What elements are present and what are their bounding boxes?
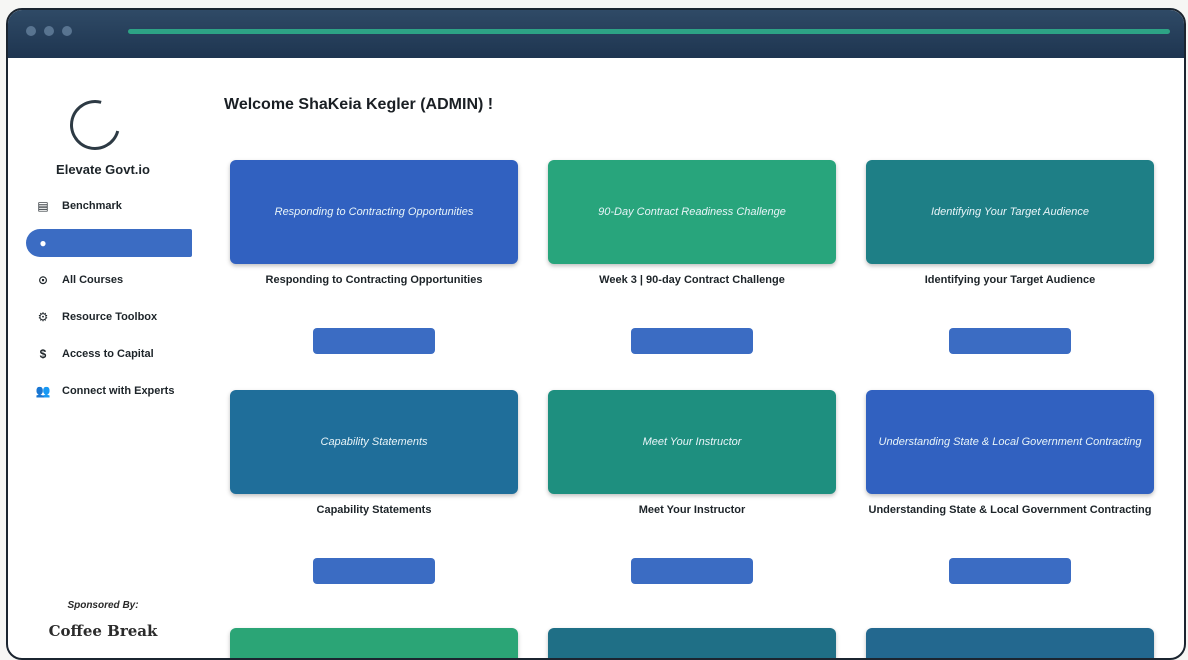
course-thumbnail[interactable]: [866, 628, 1154, 658]
course-card[interactable]: Identifying Your Target Audience Identify…: [866, 160, 1154, 354]
sidebar: Elevate Govt.io ▤ Benchmark ● ⊙ All Courses ⚙…: [8, 58, 198, 658]
course-description: [548, 536, 836, 550]
info-icon: ●: [39, 236, 47, 250]
sponsored-label: Sponsored By:: [67, 600, 139, 611]
course-card[interactable]: [866, 628, 1154, 658]
course-description: [230, 536, 518, 550]
course-card[interactable]: Understanding State & Local Government C…: [866, 390, 1154, 584]
course-description: [866, 306, 1154, 320]
sidebar-item-0[interactable]: ▤ Benchmark: [34, 192, 204, 220]
page-title: Welcome ShaKeia Kegler (ADMIN) !: [224, 96, 494, 113]
play-circle-icon: ⊙: [37, 273, 49, 287]
course-title: Responding to Contracting Opportunities: [265, 274, 483, 286]
course-title: Capability Statements: [316, 504, 432, 516]
course-description: [230, 306, 518, 320]
dollar-icon: $: [39, 347, 47, 361]
course-card[interactable]: [230, 628, 518, 658]
course-card[interactable]: Capability Statements Capability Statemen…: [230, 390, 518, 584]
sponsor-logo[interactable]: Coffee Break: [8, 622, 198, 640]
window-controls: [26, 26, 72, 36]
sidebar-item-label: Access to Capital: [62, 348, 154, 360]
sidebar-item-label: Resource Toolbox: [62, 311, 158, 323]
sidebar-item-label: All Courses: [62, 274, 124, 286]
course-title: Week 3 | 90-day Contract Challenge: [599, 274, 785, 286]
brand-name: Elevate Govt.io: [56, 162, 150, 177]
sidebar-nav: ▤ Benchmark ● ⊙ All Courses ⚙ Resource Toolbox…: [26, 192, 204, 414]
course-thumbnail[interactable]: Responding to Contracting Opportunities: [230, 160, 518, 264]
app-window: Elevate Govt.io ▤ Benchmark ● ⊙ All Courses ⚙…: [6, 8, 1186, 660]
course-description: [548, 306, 836, 320]
course-card[interactable]: Meet Your Instructor Meet Your Instructor: [548, 390, 836, 584]
course-title: Understanding State & Local Government C…: [868, 504, 1152, 516]
clipboard-icon: ▤: [37, 199, 49, 213]
sidebar-item-2[interactable]: ⊙ All Courses: [34, 266, 204, 294]
sidebar-item-5[interactable]: 👥 Connect with Experts: [34, 377, 204, 405]
sidebar-item-4[interactable]: $ Access to Capital: [34, 340, 204, 368]
users-icon: 👥: [35, 384, 51, 398]
course-title: Identifying your Target Audience: [924, 274, 1096, 286]
course-open-button[interactable]: [313, 328, 435, 354]
course-thumbnail[interactable]: Meet Your Instructor: [548, 390, 836, 494]
course-description: [866, 536, 1154, 550]
title-bar: [8, 10, 1184, 58]
course-thumbnail[interactable]: 90-Day Contract Readiness Challenge: [548, 160, 836, 264]
course-open-button[interactable]: [949, 558, 1071, 584]
course-title: Meet Your Instructor: [638, 504, 746, 516]
course-thumbnail[interactable]: Identifying Your Target Audience: [866, 160, 1154, 264]
close-dot-icon[interactable]: [26, 26, 36, 36]
maximize-dot-icon[interactable]: [62, 26, 72, 36]
brand-logo-icon: [60, 90, 130, 160]
gear-icon: ⚙: [37, 310, 49, 324]
course-open-button[interactable]: [313, 558, 435, 584]
course-card[interactable]: Responding to Contracting Opportunities R…: [230, 160, 518, 354]
sidebar-item-label: Connect with Experts: [62, 385, 175, 397]
sidebar-item-label: Benchmark: [62, 200, 122, 212]
sidebar-item-3[interactable]: ⚙ Resource Toolbox: [34, 303, 204, 331]
course-card[interactable]: [548, 628, 836, 658]
course-thumbnail[interactable]: [230, 628, 518, 658]
course-open-button[interactable]: [631, 558, 753, 584]
course-thumbnail[interactable]: [548, 628, 836, 658]
course-thumbnail[interactable]: Capability Statements: [230, 390, 518, 494]
sidebar-item-1[interactable]: ●: [26, 229, 192, 257]
course-open-button[interactable]: [949, 328, 1071, 354]
course-open-button[interactable]: [631, 328, 753, 354]
course-card[interactable]: 90-Day Contract Readiness Challenge Week …: [548, 160, 836, 354]
minimize-dot-icon[interactable]: [44, 26, 54, 36]
address-bar[interactable]: [128, 29, 1170, 34]
course-thumbnail[interactable]: Understanding State & Local Government C…: [866, 390, 1154, 494]
